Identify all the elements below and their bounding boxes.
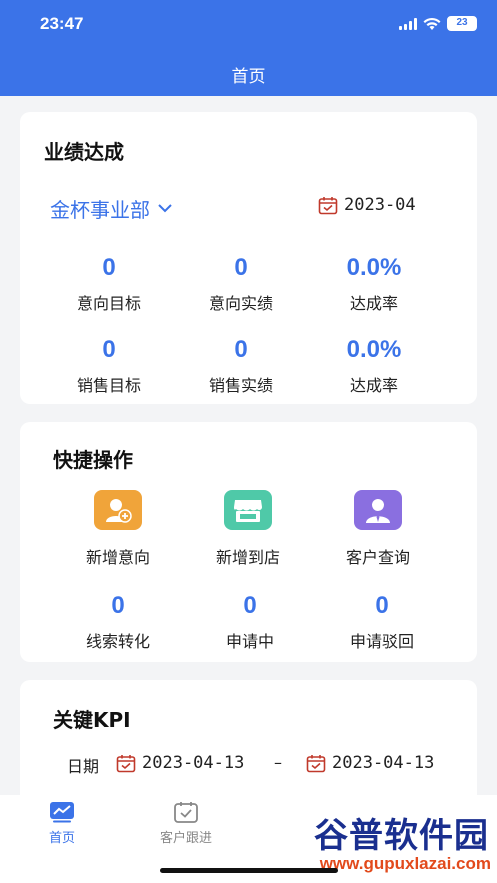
calendar-icon (306, 754, 326, 772)
tab-label: 客户跟进 (159, 831, 212, 846)
stat-label: 达成率 (349, 376, 398, 395)
stat-intent-rate: 0.0% 达成率 (304, 254, 444, 314)
stat-label: 销售目标 (76, 376, 141, 395)
home-indicator (160, 868, 338, 873)
page-title: 首页 (231, 67, 266, 87)
month-value: 2023-04 (344, 195, 416, 215)
start-date-picker[interactable]: 2023-04-13 (116, 753, 244, 773)
quick-actions-title: 快捷操作 (53, 448, 133, 472)
count-label: 线索转化 (85, 632, 150, 651)
watermark-text: 谷普软件园 (314, 816, 489, 856)
action-label: 新增到店 (215, 548, 280, 567)
end-date-value: 2023-04-13 (332, 753, 435, 773)
stat-sales-actual: 0 销售实绩 (171, 336, 311, 396)
signal-icon (399, 17, 417, 30)
watermark-url: www.gupuxlazai.com (319, 854, 491, 873)
stat-intent-actual: 0 意向实绩 (171, 254, 311, 314)
kpi-card: 关键KPI 日期 2023-04-13 – 2023-04-13 (20, 680, 477, 810)
department-selector[interactable]: 金杯事业部 (50, 194, 172, 223)
stat-label: 意向实绩 (208, 294, 273, 313)
status-icons: 23 (399, 16, 477, 31)
stat-value: 0.0% (346, 254, 402, 281)
status-time: 23:47 (40, 14, 84, 33)
performance-title: 业绩达成 (44, 140, 124, 164)
calendar-icon (318, 196, 338, 214)
calendar-icon (116, 754, 136, 772)
store-icon (224, 490, 272, 530)
count-value: 0 (243, 592, 257, 619)
stat-value: 0 (234, 336, 248, 363)
add-user-icon (94, 490, 142, 530)
action-label: 客户查询 (345, 548, 410, 567)
action-label: 新增意向 (85, 548, 150, 567)
date-separator: – (274, 753, 282, 772)
tab-label: 首页 (48, 831, 75, 846)
stat-sales-target: 0 销售目标 (39, 336, 179, 396)
department-label: 金杯事业部 (50, 198, 150, 222)
start-date-value: 2023-04-13 (142, 753, 245, 773)
tab-home[interactable]: 首页 (17, 801, 107, 846)
count-value: 0 (111, 592, 125, 619)
stat-intent-target: 0 意向目标 (39, 254, 179, 314)
performance-card: 业绩达成 金杯事业部 2023-04 0 意向目标 0 意向实绩 0.0% 达成… (20, 112, 477, 404)
stat-label: 意向目标 (76, 294, 141, 313)
stat-value: 0 (102, 336, 116, 363)
count-applying[interactable]: 0 申请中 (180, 592, 320, 652)
add-visit-button[interactable]: 新增到店 (178, 490, 318, 568)
battery-icon: 23 (447, 16, 477, 31)
date-label: 日期 (67, 757, 100, 776)
stat-label: 销售实绩 (208, 376, 273, 395)
wifi-icon (423, 17, 441, 30)
stat-value: 0 (234, 254, 248, 281)
quick-actions-card: 快捷操作 新增意向 新增到店 客户查询 0 线索转化 0 申请中 0 申请驳回 (20, 422, 477, 662)
customer-query-button[interactable]: 客户查询 (308, 490, 448, 568)
count-rejected[interactable]: 0 申请驳回 (312, 592, 452, 652)
chart-icon (50, 802, 74, 823)
month-picker[interactable]: 2023-04 (318, 195, 416, 215)
kpi-title: 关键KPI (53, 708, 131, 732)
add-intent-button[interactable]: 新增意向 (48, 490, 188, 568)
stat-sales-rate: 0.0% 达成率 (304, 336, 444, 396)
customer-icon (354, 490, 402, 530)
stat-value: 0.0% (346, 336, 402, 363)
stat-value: 0 (102, 254, 116, 281)
count-value: 0 (375, 592, 389, 619)
count-lead-conversion[interactable]: 0 线索转化 (48, 592, 188, 652)
tab-customer-follow[interactable]: 客户跟进 (141, 801, 231, 846)
app-header: 23:47 23 首页 (0, 0, 497, 96)
chevron-down-icon (158, 204, 172, 213)
end-date-picker[interactable]: 2023-04-13 (306, 753, 434, 773)
calendar-check-icon (174, 802, 198, 823)
stat-label: 达成率 (349, 294, 398, 313)
count-label: 申请驳回 (349, 632, 414, 651)
count-label: 申请中 (225, 632, 274, 651)
